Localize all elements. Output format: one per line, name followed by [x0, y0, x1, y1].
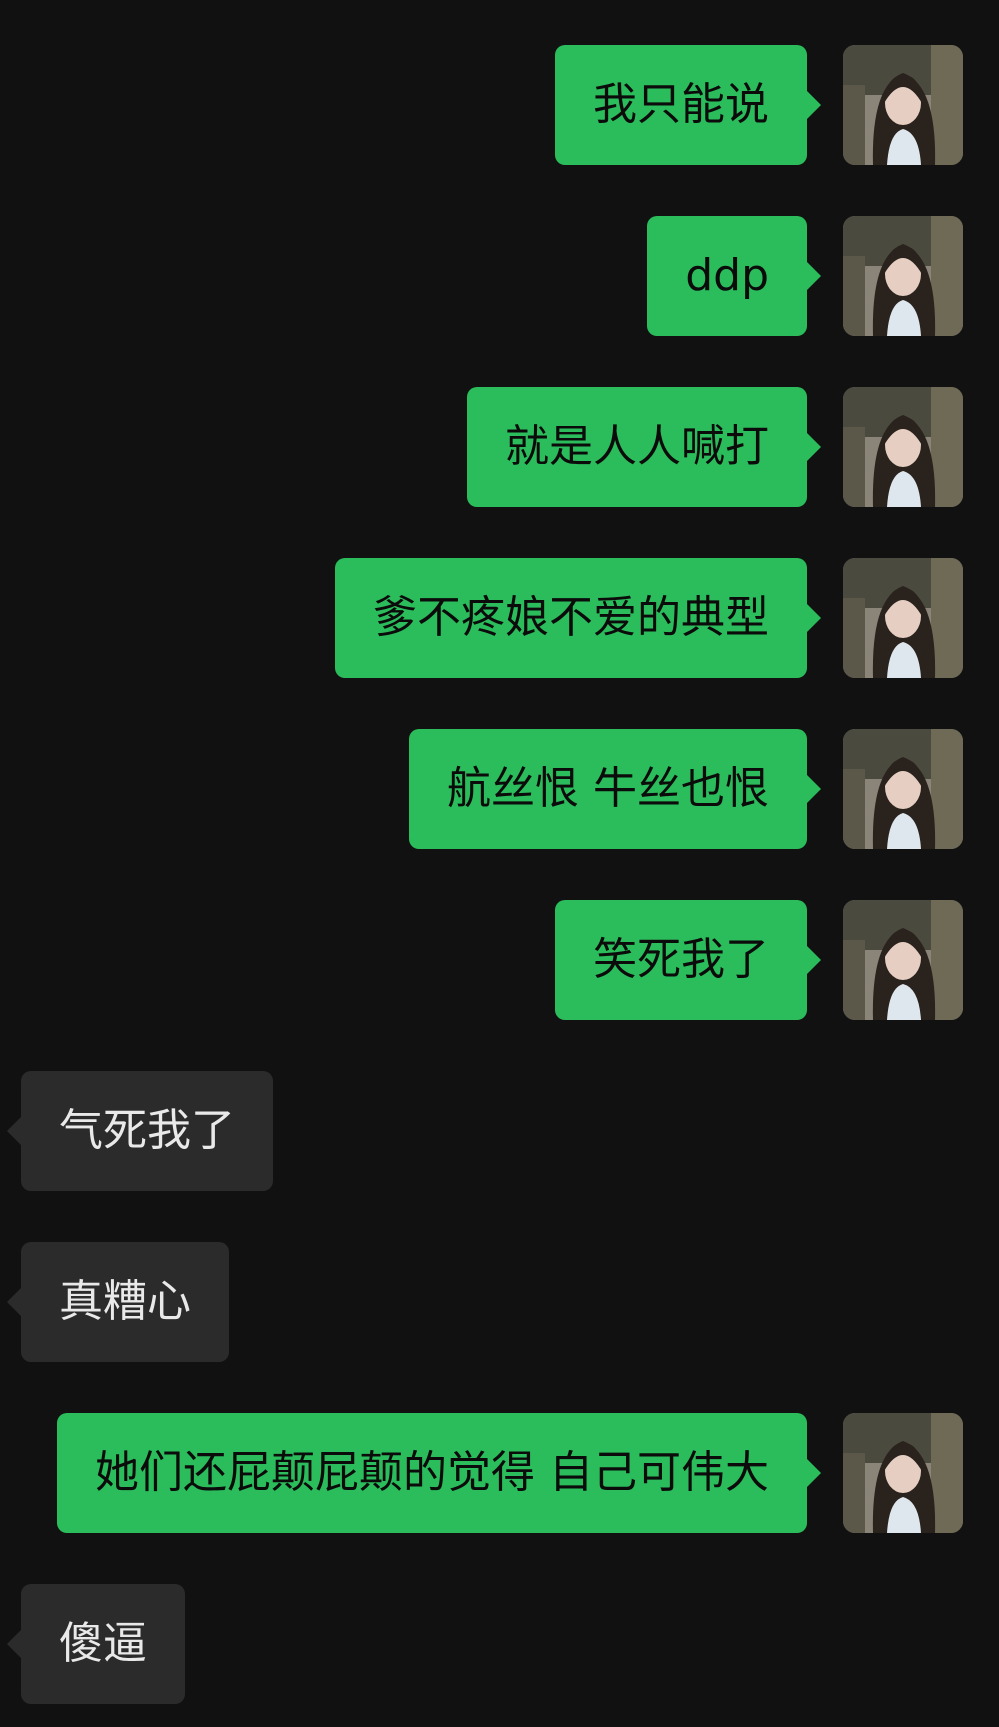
- user-avatar-icon[interactable]: [843, 900, 963, 1020]
- avatar-image: [843, 216, 963, 336]
- avatar-image: [843, 1413, 963, 1533]
- message-row-incoming: 傻逼: [0, 1584, 999, 1704]
- message-row-outgoing: 就是人人喊打: [0, 387, 999, 507]
- message-row-outgoing: ddp: [0, 216, 999, 336]
- user-avatar-icon[interactable]: [843, 216, 963, 336]
- message-bubble-incoming[interactable]: 真糟心: [7, 1242, 229, 1362]
- user-avatar-icon[interactable]: [843, 45, 963, 165]
- message-bubble-outgoing[interactable]: 就是人人喊打: [467, 387, 821, 507]
- message-row-outgoing: 我只能说: [0, 45, 999, 165]
- chat-message-list: 我只能说 ddp 就是人人喊打 爹不疼娘不爱的典型 航丝恨 牛丝也恨 笑死我了 …: [0, 0, 999, 1727]
- user-avatar-icon[interactable]: [843, 1413, 963, 1533]
- message-row-outgoing: 爹不疼娘不爱的典型: [0, 558, 999, 678]
- message-bubble-outgoing[interactable]: 航丝恨 牛丝也恨: [409, 729, 821, 849]
- message-row-incoming: 气死我了: [0, 1071, 999, 1191]
- message-bubble-incoming[interactable]: 气死我了: [7, 1071, 273, 1191]
- avatar-image: [843, 558, 963, 678]
- message-row-outgoing: 笑死我了: [0, 900, 999, 1020]
- message-row-outgoing: 她们还屁颠屁颠的觉得 自己可伟大: [0, 1413, 999, 1533]
- message-row-outgoing: 航丝恨 牛丝也恨: [0, 729, 999, 849]
- user-avatar-icon[interactable]: [843, 387, 963, 507]
- avatar-image: [843, 729, 963, 849]
- message-bubble-outgoing[interactable]: ddp: [647, 216, 821, 336]
- message-bubble-outgoing[interactable]: 她们还屁颠屁颠的觉得 自己可伟大: [57, 1413, 821, 1533]
- message-row-incoming: 真糟心: [0, 1242, 999, 1362]
- message-bubble-outgoing[interactable]: 笑死我了: [555, 900, 821, 1020]
- message-bubble-incoming[interactable]: 傻逼: [7, 1584, 185, 1704]
- avatar-image: [843, 900, 963, 1020]
- message-bubble-outgoing[interactable]: 爹不疼娘不爱的典型: [335, 558, 821, 678]
- user-avatar-icon[interactable]: [843, 729, 963, 849]
- avatar-image: [843, 387, 963, 507]
- message-bubble-outgoing[interactable]: 我只能说: [555, 45, 821, 165]
- avatar-image: [843, 45, 963, 165]
- user-avatar-icon[interactable]: [843, 558, 963, 678]
